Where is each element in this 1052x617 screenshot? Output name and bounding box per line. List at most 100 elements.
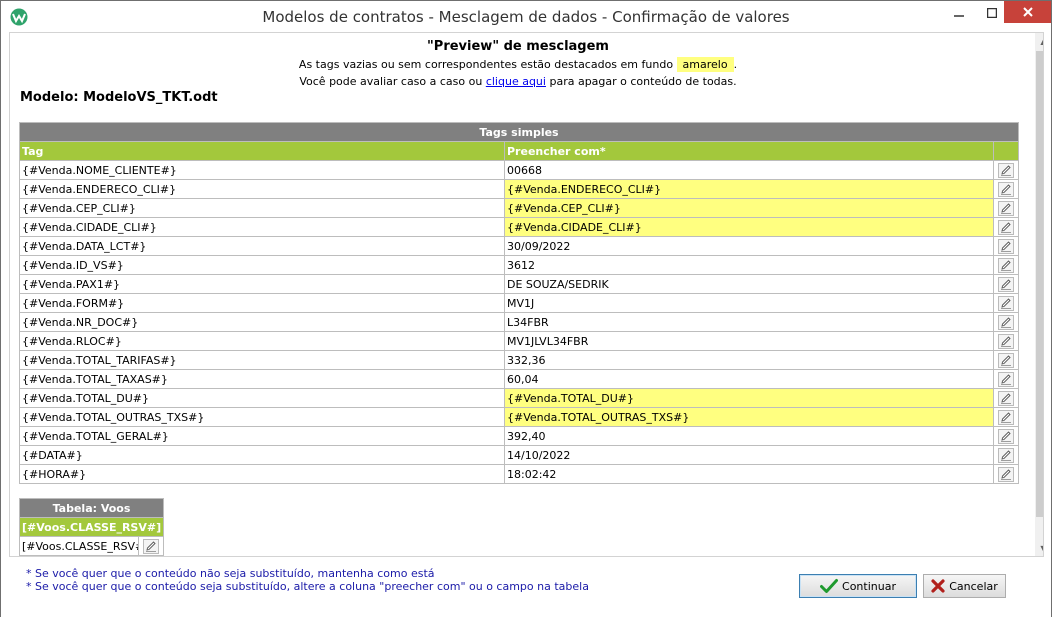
pencil-icon [998,352,1014,368]
tag-name-cell: {#Venda.TOTAL_OUTRAS_TXS#} [19,407,505,427]
tag-value-cell[interactable]: 18:02:42 [504,464,994,484]
clear-all-text-after: para apagar o conteúdo de todas. [549,75,737,88]
edit-row-button[interactable] [992,293,1020,313]
table-row: {#Venda.ENDERECO_CLI#} {#Venda.ENDERECO_C… [19,179,1020,199]
tag-name-cell: {#Venda.CIDADE_CLI#} [19,217,505,237]
voos-edit-button[interactable] [138,536,164,556]
clear-all-instructions: Você pode avaliar caso a caso ou clique … [10,75,1026,88]
tag-value-cell[interactable]: {#Venda.TOTAL_DU#} [504,388,994,408]
edit-row-button[interactable] [992,255,1020,275]
tag-name-cell: {#Venda.RLOC#} [19,331,505,351]
pencil-icon [998,238,1014,254]
edit-row-button[interactable] [992,426,1020,446]
voos-cell-value: [#Voos.CLASSE_RSV#] [19,536,139,556]
edit-row-button[interactable] [992,312,1020,332]
tag-value-cell[interactable]: 14/10/2022 [504,445,994,465]
edit-row-button[interactable] [992,179,1020,199]
tag-name-cell: {#Venda.NR_DOC#} [19,312,505,332]
pencil-icon [998,276,1014,292]
table-row: {#Venda.CIDADE_CLI#} {#Venda.CIDADE_CLI#} [19,217,1020,237]
continue-button[interactable]: Continuar [799,574,917,598]
tag-name-cell: {#DATA#} [19,445,505,465]
content-panel: "Preview" de mesclagem As tags vazias ou… [9,32,1044,557]
clear-all-link[interactable]: clique aqui [486,75,546,88]
scrollbar-thumb[interactable] [1036,51,1043,517]
tag-name-cell: {#Venda.NOME_CLIENTE#} [19,160,505,180]
section-header-row: Tags simples [18,122,1020,142]
pencil-icon [998,409,1014,425]
edit-row-button[interactable] [992,407,1020,427]
tag-value-cell[interactable]: {#Venda.CIDADE_CLI#} [504,217,994,237]
pencil-icon [998,390,1014,406]
column-header-edit [992,141,1020,161]
tag-name-cell: {#HORA#} [19,464,505,484]
footer-note-replace: * Se você quer que o conteúdo seja subst… [26,580,589,593]
edit-row-button[interactable] [992,388,1020,408]
tag-value-cell[interactable]: 00668 [504,160,994,180]
table-row: {#Venda.CEP_CLI#} {#Venda.CEP_CLI#} [19,198,1020,218]
tag-name-cell: {#Venda.FORM#} [19,293,505,313]
tag-value-cell[interactable]: 3612 [504,255,994,275]
tag-value-cell[interactable]: {#Venda.TOTAL_OUTRAS_TXS#} [504,407,994,427]
voos-header-row: Tabela: Voos [19,498,164,518]
tag-name-cell: {#Venda.TOTAL_TAXAS#} [19,369,505,389]
preview-description: As tags vazias ou sem correspondentes es… [10,57,1026,72]
scroll-down-icon[interactable]: ▼ [1035,540,1043,556]
table-row: {#Venda.FORM#} MV1J [19,293,1020,313]
minimize-icon [954,15,964,17]
tag-value-cell[interactable]: {#Venda.CEP_CLI#} [504,198,994,218]
tag-name-cell: {#Venda.ID_VS#} [19,255,505,275]
edit-row-button[interactable] [992,350,1020,370]
close-icon [1022,7,1033,17]
minimize-button[interactable] [942,1,976,25]
dialog-window: Modelos de contratos - Mesclagem de dado… [0,0,1052,617]
cancel-button[interactable]: Cancelar [923,574,1006,598]
x-cancel-icon [931,579,945,593]
edit-row-button[interactable] [992,217,1020,237]
table-row: {#Venda.PAX1#} DE SOUZA/SEDRIK [19,274,1020,294]
table-row: [#Voos.CLASSE_RSV#] [19,536,164,556]
edit-row-button[interactable] [992,160,1020,180]
pencil-icon [998,447,1014,463]
cancel-button-label: Cancelar [949,579,998,593]
tag-value-cell[interactable]: 60,04 [504,369,994,389]
window-title: Modelos de contratos - Mesclagem de dado… [262,8,790,26]
edit-row-button[interactable] [992,369,1020,389]
tag-value-cell[interactable]: MV1JLVL34FBR [504,331,994,351]
pencil-icon [998,162,1014,178]
pencil-icon [998,257,1014,273]
edit-row-button[interactable] [992,331,1020,351]
edit-row-button[interactable] [992,198,1020,218]
table-row: {#Venda.TOTAL_TARIFAS#} 332,36 [19,350,1020,370]
edit-row-button[interactable] [992,236,1020,256]
tag-value-cell[interactable]: 392,40 [504,426,994,446]
edit-row-button[interactable] [992,274,1020,294]
close-button[interactable] [1004,1,1051,23]
voos-column-header: [#Voos.CLASSE_RSV#] [19,517,164,537]
pencil-icon [998,466,1014,482]
pencil-icon [998,295,1014,311]
tag-value-cell[interactable]: {#Venda.ENDERECO_CLI#} [504,179,994,199]
tag-value-cell[interactable]: L34FBR [504,312,994,332]
checkmark-icon [820,578,839,594]
pencil-icon [998,219,1014,235]
preview-desc-text: As tags vazias ou sem correspondentes es… [298,58,674,71]
pencil-icon [143,538,159,554]
table-row: {#Venda.TOTAL_DU#} {#Venda.TOTAL_DU#} [19,388,1020,408]
tag-value-cell[interactable]: 30/09/2022 [504,236,994,256]
pencil-icon [998,333,1014,349]
tag-name-cell: {#Venda.TOTAL_GERAL#} [19,426,505,446]
edit-row-button[interactable] [992,445,1020,465]
scroll-up-icon[interactable]: ▲ [1035,33,1043,50]
table-row: {#Venda.NR_DOC#} L34FBR [19,312,1020,332]
column-header-tag: Tag [19,141,505,161]
preview-title: "Preview" de mesclagem [427,39,609,54]
footer-panel: * Se você quer que o conteúdo não seja s… [1,558,1051,617]
maximize-icon [987,8,997,18]
tag-value-cell[interactable]: 332,36 [504,350,994,370]
edit-row-button[interactable] [992,464,1020,484]
tag-value-cell[interactable]: MV1J [504,293,994,313]
vertical-scrollbar[interactable]: ▲ ▼ [1035,33,1043,556]
tag-value-cell[interactable]: DE SOUZA/SEDRIK [504,274,994,294]
voos-column-header-row: [#Voos.CLASSE_RSV#] [19,517,164,537]
